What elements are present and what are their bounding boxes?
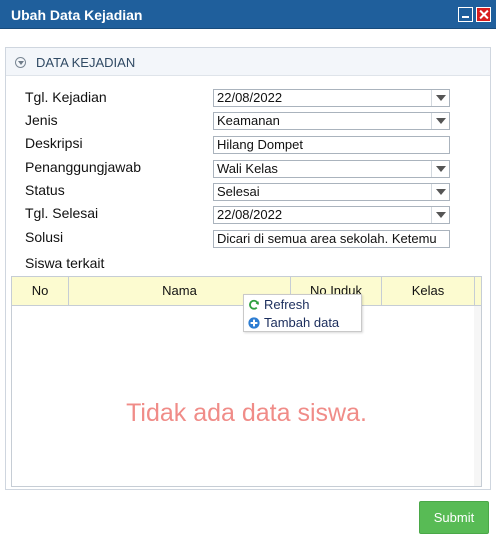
chevron-down-icon[interactable]: [431, 184, 449, 200]
empty-message: Tidak ada data siswa.: [126, 399, 367, 427]
tgl-kejadian-field[interactable]: 22/08/2022: [213, 89, 450, 107]
deskripsi-value: Hilang Dompet: [217, 137, 303, 152]
column-header-kelas[interactable]: Kelas: [382, 277, 475, 305]
solusi-value: Dicari di semua area sekolah. Ketemu: [217, 231, 437, 246]
tgl-selesai-value: 22/08/2022: [217, 207, 283, 222]
jenis-value: Keamanan: [217, 113, 280, 128]
solusi-input[interactable]: Dicari di semua area sekolah. Ketemu: [213, 230, 450, 248]
jenis-select[interactable]: Keamanan: [213, 112, 450, 130]
tgl-kejadian-label: Tgl. Kejadian: [25, 89, 107, 105]
plus-circle-icon: [248, 317, 260, 329]
deskripsi-input[interactable]: Hilang Dompet: [213, 136, 450, 154]
status-value: Selesai: [217, 184, 260, 199]
grid-scrollbar[interactable]: [474, 306, 481, 486]
chevron-down-icon[interactable]: [431, 90, 449, 106]
chevron-down-icon[interactable]: [431, 113, 449, 129]
deskripsi-label: Deskripsi: [25, 135, 83, 151]
column-header-no[interactable]: No: [12, 277, 69, 305]
tgl-kejadian-value: 22/08/2022: [217, 90, 283, 105]
penanggungjawab-label: Penanggungjawab: [25, 159, 141, 175]
panel-title: DATA KEJADIAN: [36, 55, 136, 70]
chevron-down-icon[interactable]: [431, 161, 449, 177]
context-menu-tambah-data[interactable]: Tambah data: [248, 314, 339, 331]
solusi-label: Solusi: [25, 229, 64, 245]
minimize-button[interactable]: [458, 7, 473, 22]
window-title: Ubah Data Kejadian: [11, 7, 143, 23]
tgl-selesai-field[interactable]: 22/08/2022: [213, 206, 450, 224]
jenis-label: Jenis: [25, 112, 58, 128]
status-select[interactable]: Selesai: [213, 183, 450, 201]
status-label: Status: [25, 182, 65, 198]
panel-header[interactable]: DATA KEJADIAN: [6, 48, 490, 76]
refresh-label: Refresh: [264, 297, 310, 312]
context-menu: Refresh Tambah data: [243, 294, 362, 332]
window-titlebar: Ubah Data Kejadian: [0, 0, 496, 29]
chevron-down-icon[interactable]: [431, 207, 449, 223]
siswa-terkait-label: Siswa terkait: [25, 255, 105, 271]
refresh-icon: [249, 299, 259, 310]
penanggungjawab-select[interactable]: Wali Kelas: [213, 160, 450, 178]
context-menu-refresh[interactable]: Refresh: [248, 296, 310, 313]
penanggungjawab-value: Wali Kelas: [217, 161, 278, 176]
close-button[interactable]: [476, 7, 491, 22]
tambah-data-label: Tambah data: [264, 315, 340, 330]
tgl-selesai-label: Tgl. Selesai: [25, 205, 99, 221]
collapse-toggle-icon[interactable]: [15, 57, 26, 68]
submit-button[interactable]: Submit: [419, 501, 489, 534]
